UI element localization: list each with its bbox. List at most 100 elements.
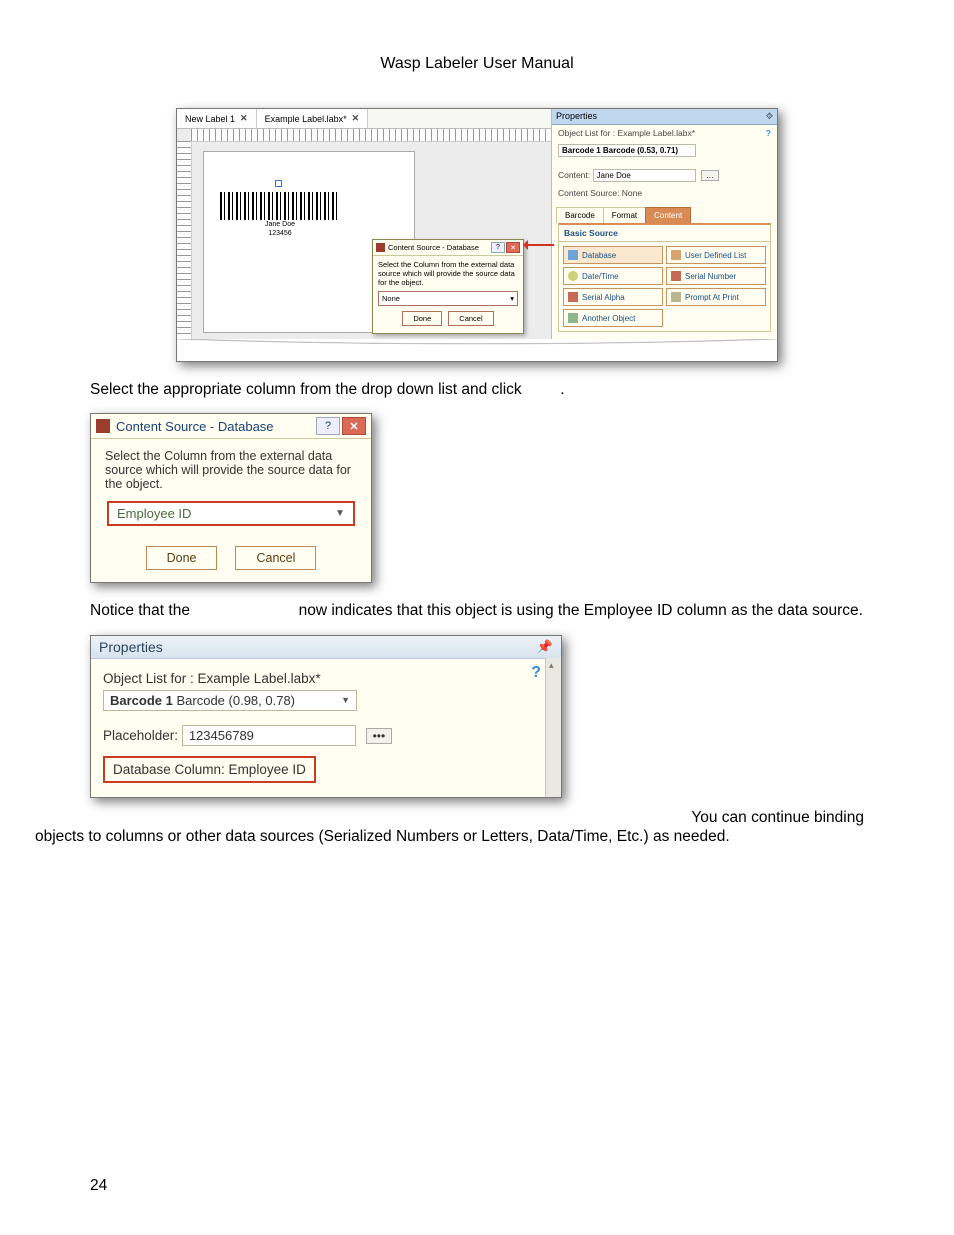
tab-example-label[interactable]: Example Label.labx* ✕: [257, 109, 369, 128]
screenshot-editor: New Label 1 ✕ Example Label.labx* ✕: [176, 108, 778, 362]
content-source-label: Content Source: None: [558, 188, 642, 198]
placeholder-label: Placeholder:: [103, 728, 178, 743]
instruction-line-2: Notice that the now indicates that this …: [90, 601, 864, 620]
source-label: User Defined List: [685, 251, 746, 260]
dialog-icon: [96, 419, 110, 433]
dialog-text: Select the Column from the external data…: [105, 449, 357, 491]
source-label: Serial Alpha: [582, 293, 625, 302]
tab-barcode[interactable]: Barcode: [556, 207, 604, 223]
barcode-bars: [220, 192, 340, 220]
column-select[interactable]: Employee ID ▼: [107, 501, 355, 526]
clock-icon: [568, 271, 578, 281]
text: now indicates that this object is using …: [299, 602, 863, 619]
done-button[interactable]: Done: [402, 311, 442, 326]
source-user-list[interactable]: User Defined List: [666, 246, 766, 264]
source-serial-alpha[interactable]: Serial Alpha: [563, 288, 663, 306]
done-button[interactable]: Done: [146, 546, 218, 570]
tab-label: New Label 1: [185, 114, 235, 124]
column-select[interactable]: None ▾: [378, 291, 518, 306]
instruction-line-3: You can continue binding objects to colu…: [90, 808, 864, 847]
document-tabs: New Label 1 ✕ Example Label.labx* ✕: [177, 109, 551, 129]
cancel-button[interactable]: Cancel: [235, 546, 316, 570]
tab-content[interactable]: Content: [645, 207, 691, 223]
source-serial-number[interactable]: Serial Number: [666, 267, 766, 285]
properties-title-text: Properties: [556, 111, 597, 121]
basic-source-grid: Database User Defined List Date/Time Ser…: [558, 242, 771, 332]
list-icon: [671, 250, 681, 260]
content-label: Content:: [558, 170, 590, 180]
select-value: Employee ID: [117, 506, 191, 521]
page-curl: [177, 339, 777, 361]
source-label: Database: [582, 251, 616, 260]
dialog-title: Content Source - Database: [388, 243, 479, 252]
source-label: Another Object: [582, 314, 635, 323]
design-canvas[interactable]: Jane Doe 123456 Content Source - Databas…: [177, 129, 551, 339]
properties-panel: Properties 📌 ? Object List for : Example…: [90, 635, 562, 798]
object-select[interactable]: Barcode 1 Barcode (0.53, 0.71): [558, 144, 696, 157]
object-list-label: Object List for : Example Label.labx*: [103, 671, 549, 686]
scrollbar[interactable]: [545, 658, 561, 797]
source-another-object[interactable]: Another Object: [563, 309, 663, 327]
pin-icon[interactable]: 📌: [537, 639, 553, 655]
close-icon[interactable]: ✕: [342, 417, 366, 435]
dialog-text: Select the Column from the external data…: [378, 260, 518, 287]
help-icon[interactable]: ?: [316, 417, 340, 435]
property-tabs: Barcode Format Content: [556, 207, 773, 223]
help-icon[interactable]: ?: [531, 664, 541, 682]
help-icon[interactable]: ?: [766, 128, 771, 138]
select-value: None: [382, 294, 400, 303]
ruler-horizontal: [191, 129, 551, 142]
object-select[interactable]: Barcode 1 Barcode (0.98, 0.78) ▼: [103, 690, 357, 711]
chevron-down-icon: ▼: [335, 508, 345, 519]
database-icon: [568, 250, 578, 260]
object-icon: [568, 313, 578, 323]
number-icon: [671, 271, 681, 281]
close-icon[interactable]: ✕: [240, 113, 248, 124]
object-select-value: Barcode 1 Barcode (0.53, 0.71): [562, 146, 678, 155]
arrow-indicator: [524, 244, 554, 246]
tab-format[interactable]: Format: [603, 207, 646, 223]
object-list-label: Object List for : Example Label.labx* ?: [552, 125, 777, 141]
cancel-button[interactable]: Cancel: [448, 311, 493, 326]
properties-panel-mini: Properties ⯑ Object List for : Example L…: [552, 109, 777, 339]
object-list-text: Object List for : Example Label.labx*: [558, 128, 695, 138]
text: Notice that the: [90, 602, 194, 619]
source-prompt[interactable]: Prompt At Print: [666, 288, 766, 306]
basic-source-header: Basic Source: [558, 223, 771, 242]
content-source-dialog: Content Source - Database ? ✕ Select the…: [90, 413, 372, 583]
tab-new-label[interactable]: New Label 1 ✕: [177, 109, 257, 128]
help-icon[interactable]: ?: [491, 242, 505, 253]
dialog-title: Content Source - Database: [116, 419, 274, 434]
page-title: Wasp Labeler User Manual: [90, 55, 864, 73]
dialog-icon: [376, 243, 385, 252]
alpha-icon: [568, 292, 578, 302]
source-database[interactable]: Database: [563, 246, 663, 264]
source-label: Date/Time: [582, 272, 619, 281]
pin-icon[interactable]: ⯑: [766, 111, 773, 122]
text: Select the appropriate column from the d…: [90, 381, 526, 398]
source-label: Prompt At Print: [685, 293, 739, 302]
barcode-caption-name: Jane Doe: [220, 221, 340, 229]
text: .: [560, 381, 564, 398]
properties-title: Properties ⯑: [552, 109, 777, 125]
content-input[interactable]: Jane Doe: [593, 169, 696, 182]
tab-label: Example Label.labx*: [265, 114, 347, 124]
object-select-value: Barcode 1 Barcode (0.98, 0.78): [110, 693, 295, 708]
barcode-object[interactable]: Jane Doe 123456: [220, 192, 340, 237]
barcode-caption-code: 123456: [220, 230, 340, 238]
source-datetime[interactable]: Date/Time: [563, 267, 663, 285]
prompt-icon: [671, 292, 681, 302]
source-label: Serial Number: [685, 272, 736, 281]
close-icon[interactable]: ✕: [352, 113, 360, 124]
placeholder-input[interactable]: 123456789: [182, 725, 356, 746]
ruler-vertical: [177, 141, 192, 339]
more-button[interactable]: •••: [366, 728, 393, 744]
rotate-handle[interactable]: [275, 180, 282, 187]
database-column-indicator: Database Column: Employee ID: [103, 756, 316, 783]
chevron-down-icon: ▼: [341, 695, 350, 705]
properties-title: Properties: [99, 639, 163, 655]
instruction-line-1: Select the appropriate column from the d…: [90, 380, 864, 399]
content-source-dialog-mini: Content Source - Database ? ✕ Select the…: [372, 239, 524, 334]
more-button[interactable]: …: [701, 170, 719, 181]
page-number: 24: [90, 1177, 107, 1195]
